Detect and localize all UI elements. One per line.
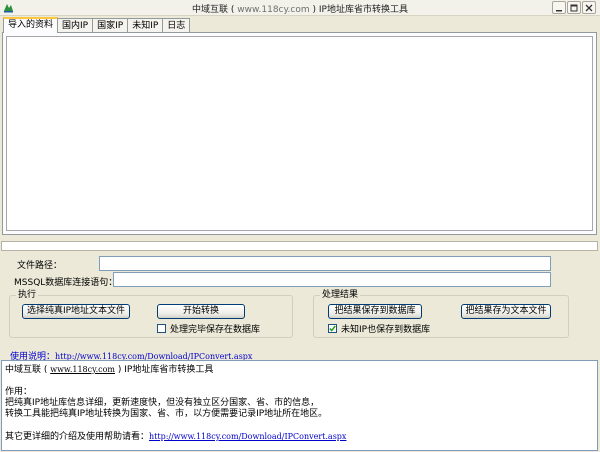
info-title-line: 中域互联 ( www.118cy.com ) IP地址库省市转换工具 xyxy=(5,364,594,376)
info-textbox[interactable]: 中域互联 ( www.118cy.com ) IP地址库省市转换工具 作用： 把… xyxy=(1,360,598,451)
title-bar[interactable]: 中域互联 ( www.118cy.com ) IP地址库省市转换工具 xyxy=(0,0,600,16)
save-after-checkbox-box[interactable] xyxy=(157,324,166,333)
tab-strip: 导入的资料 国内IP 国家IP 未知IP 日志 xyxy=(3,17,191,33)
save-after-checkbox[interactable]: 处理完毕保存在数据库 xyxy=(157,322,260,335)
unknown-ip-checkbox[interactable]: 未知IP也保存到数据库 xyxy=(328,322,430,335)
file-path-label: 文件路径： xyxy=(17,261,63,271)
maximize-button[interactable] xyxy=(567,1,581,14)
info-more-line: 其它更详细的介绍及使用帮助请看：http://www.118cy.com/Dow… xyxy=(5,431,594,443)
close-button[interactable] xyxy=(582,1,596,14)
info-description-1: 把纯真IP地址库信息详细，更新速度快，但没有独立区分国家、省、市的信息， xyxy=(5,398,320,408)
select-file-button[interactable]: 选择纯真IP地址文本文件 xyxy=(22,304,130,319)
start-convert-button[interactable]: 开始转换 xyxy=(157,304,245,319)
progress-bar xyxy=(1,241,598,251)
window-title: 中域互联 ( www.118cy.com ) IP地址库省市转换工具 xyxy=(0,2,600,15)
tab-domestic-ip[interactable]: 国内IP xyxy=(57,18,94,33)
tab-panel xyxy=(2,32,597,235)
info-role-label: 作用： xyxy=(5,387,33,397)
file-path-input[interactable] xyxy=(99,256,551,271)
info-more-link[interactable]: http://www.118cy.com/Download/IPConvert.… xyxy=(149,432,346,441)
maximize-icon xyxy=(570,4,578,11)
tab-country-ip[interactable]: 国家IP xyxy=(92,18,129,33)
info-description-2: 转换工具能把纯真IP地址转换为国家、省、市，以方便需要记录IP地址所在地区。 xyxy=(5,409,328,419)
info-title-suffix: ) IP地址库省市转换工具 xyxy=(115,365,214,375)
tab-unknown-ip[interactable]: 未知IP xyxy=(127,18,164,33)
checkmark-icon xyxy=(329,325,336,332)
info-more-prefix: 其它更详细的介绍及使用帮助请看： xyxy=(5,432,150,442)
tab-imported-data[interactable]: 导入的资料 xyxy=(3,17,59,33)
mssql-connection-input[interactable] xyxy=(113,272,551,287)
tab-log[interactable]: 日志 xyxy=(162,18,191,33)
mssql-connection-label: MSSQL数据库连接语句： xyxy=(14,278,118,288)
main-window: 中域互联 ( www.118cy.com ) IP地址库省市转换工具 导入的资料… xyxy=(0,0,600,452)
title-url: www.118cy.com xyxy=(237,5,310,15)
minimize-button[interactable] xyxy=(552,1,566,14)
title-suffix: ) IP地址库省市转换工具 xyxy=(309,5,408,15)
title-prefix: 中域互联 ( xyxy=(192,5,238,15)
info-title-url: www.118cy.com xyxy=(50,365,116,374)
unknown-ip-checkbox-box[interactable] xyxy=(328,324,337,333)
result-group-title: 处理结果 xyxy=(320,290,361,300)
save-after-checkbox-label: 处理完毕保存在数据库 xyxy=(170,325,261,335)
close-icon xyxy=(585,4,593,11)
info-title-prefix: 中域互联 ( xyxy=(5,365,51,375)
imported-data-textarea[interactable] xyxy=(6,36,593,231)
save-to-text-button[interactable]: 把结果存为文本文件 xyxy=(461,304,551,319)
save-to-database-button[interactable]: 把结果保存到数据库 xyxy=(328,304,422,319)
execute-group-title: 执行 xyxy=(16,290,39,300)
minimize-icon xyxy=(556,9,562,11)
unknown-ip-checkbox-label: 未知IP也保存到数据库 xyxy=(341,325,431,335)
